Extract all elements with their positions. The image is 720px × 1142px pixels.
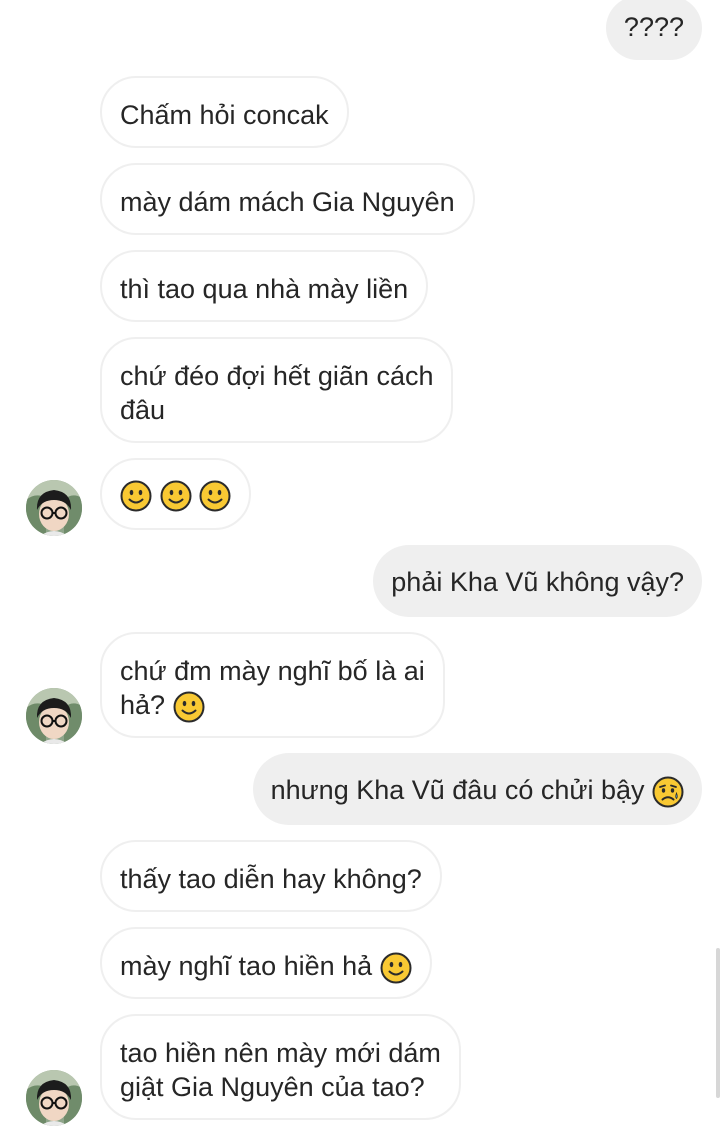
message-text: phải Kha Vũ không vậy? <box>391 567 684 597</box>
message-text-line: chứ đéo đợi hết giãn cách <box>120 361 434 391</box>
message-text-line: giật Gia Nguyên của tao? <box>120 1072 425 1102</box>
message-text: ???? <box>623 12 684 42</box>
message-text-line: đâu <box>120 395 166 425</box>
message-text: mày nghĩ tao hiền hả <box>120 951 373 981</box>
slightly-smiling-face-icon <box>120 480 152 512</box>
message-text: mày dám mách Gia Nguyên <box>120 187 455 217</box>
slightly-smiling-face-icon <box>173 691 205 723</box>
message-text: thấy tao diễn hay không? <box>120 864 422 894</box>
message-text-line: chứ đm mày nghĩ bố là ai <box>120 656 425 686</box>
message-bubble-incoming[interactable]: thì tao qua nhà mày liền <box>100 250 429 322</box>
message-text-line: tao hiền nên mày mới dám <box>120 1038 441 1068</box>
sender-avatar[interactable] <box>26 480 82 536</box>
message-text: nhưng Kha Vũ đâu có chửi bậy <box>270 775 645 805</box>
message-text-line: hả? <box>120 690 166 720</box>
message-bubble-outgoing[interactable]: phải Kha Vũ không vậy? <box>373 545 702 617</box>
message-bubble-outgoing[interactable]: ???? <box>605 0 702 60</box>
message-bubble-incoming[interactable]: tao hiền nên mày mới dám giật Gia Nguyên… <box>100 1014 461 1120</box>
scrollbar[interactable] <box>716 948 720 1098</box>
message-bubble-incoming[interactable]: mày nghĩ tao hiền hả <box>100 927 432 999</box>
message-text: Chấm hỏi concak <box>120 100 329 130</box>
message-bubble-incoming[interactable]: Chấm hỏi concak <box>100 76 349 148</box>
message-bubble-incoming[interactable]: chứ đm mày nghĩ bố là ai hả? <box>100 632 445 738</box>
message-text: thì tao qua nhà mày liền <box>120 274 409 304</box>
message-bubble-outgoing[interactable]: nhưng Kha Vũ đâu có chửi bậy <box>252 753 702 825</box>
slightly-smiling-face-icon <box>380 952 412 984</box>
message-bubble-incoming[interactable]: chứ đéo đợi hết giãn cách đâu <box>100 337 454 443</box>
message-bubble-incoming[interactable]: thấy tao diễn hay không? <box>100 840 442 912</box>
message-bubble-incoming[interactable]: mày dám mách Gia Nguyên <box>100 163 475 235</box>
sender-avatar[interactable] <box>26 688 82 744</box>
sender-avatar[interactable] <box>26 1070 82 1126</box>
slightly-smiling-face-icon <box>199 480 231 512</box>
sad-but-relieved-face-icon <box>652 776 684 808</box>
message-bubble-incoming[interactable] <box>100 458 252 530</box>
slightly-smiling-face-icon <box>160 480 192 512</box>
